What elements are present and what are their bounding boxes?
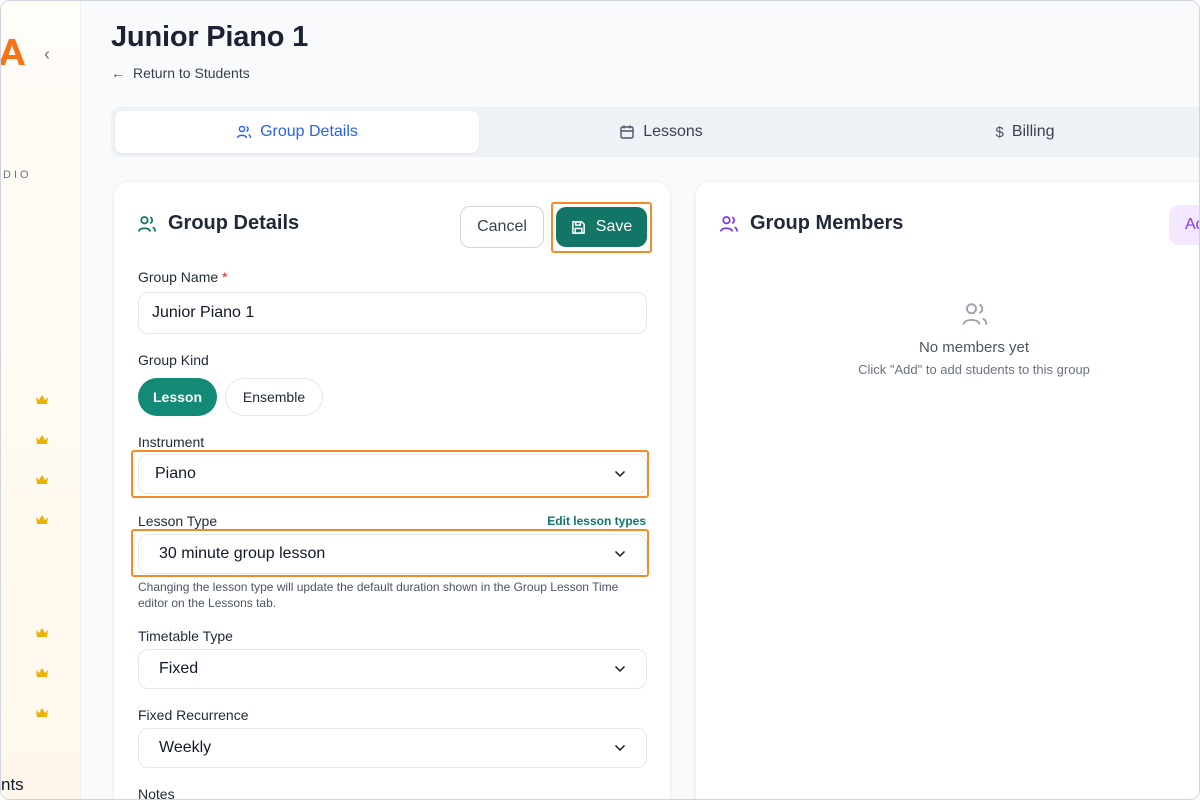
lesson-type-value: 30 minute group lesson [159, 545, 326, 562]
tab-label: Billing [1011, 123, 1055, 140]
fixed-recurrence-label: Fixed Recurrence [138, 707, 249, 723]
instrument-select[interactable]: Piano [138, 454, 647, 494]
crown-icon [36, 475, 48, 484]
users-icon [720, 215, 738, 232]
back-link-label: Return to Students [133, 65, 250, 81]
group-name-label: Group Name * [138, 269, 228, 285]
timetable-type-select[interactable]: Fixed [138, 649, 647, 689]
studio-label: DIO [3, 169, 32, 181]
sidebar-item-label[interactable]: nts [1, 775, 24, 795]
chevron-down-icon [614, 550, 626, 558]
card-title: Group Details [168, 212, 300, 234]
users-icon [962, 303, 988, 325]
save-button[interactable]: Save [556, 207, 647, 247]
save-label: Save [595, 218, 633, 235]
collapse-sidebar-icon[interactable]: ‹ [39, 45, 55, 63]
group-members-header: Group Members [718, 212, 903, 235]
group-kind-label: Group Kind [138, 352, 209, 368]
crown-icon [36, 668, 48, 677]
app-window: ‹ DIO nts Junior Piano 1 ← Return to Stu… [0, 0, 1200, 800]
add-member-button[interactable]: Add [1169, 205, 1199, 245]
group-members-card: Group Members Add No members yet Click "… [695, 181, 1199, 799]
empty-state-subtitle: Click "Add" to add students to this grou… [858, 362, 1090, 377]
tab-group-details[interactable]: Group Details [115, 111, 479, 153]
card-title: Group Members [750, 212, 904, 234]
lesson-type-label: Lesson Type [138, 513, 218, 529]
instrument-value: Piano [155, 465, 196, 482]
group-kind-lesson-toggle[interactable]: Lesson [138, 378, 217, 416]
empty-state-title: No members yet [918, 339, 1030, 356]
tab-lessons[interactable]: Lessons [479, 111, 843, 153]
crown-icon [36, 628, 48, 637]
tab-billing[interactable]: $ Billing [843, 111, 1199, 153]
crown-icon [36, 395, 48, 404]
chevron-down-icon [614, 665, 626, 673]
required-marker: * [222, 269, 228, 285]
calendar-icon [620, 125, 634, 139]
tab-bar: Group Details Lessons $ Billing [111, 107, 1199, 157]
return-to-students-link[interactable]: ← Return to Students [111, 65, 250, 81]
dollar-icon: $ [995, 123, 1004, 141]
chevron-down-icon [614, 744, 626, 752]
fixed-recurrence-value: Weekly [159, 739, 212, 756]
sidebar: ‹ DIO nts [1, 1, 81, 799]
instrument-label: Instrument [138, 434, 205, 450]
crown-icon [36, 515, 48, 524]
group-kind-ensemble-toggle[interactable]: Ensemble [225, 378, 323, 416]
notes-label: Notes [138, 786, 175, 800]
chevron-down-icon [614, 470, 626, 478]
tab-label: Group Details [260, 123, 358, 140]
lesson-type-select[interactable]: 30 minute group lesson [138, 534, 647, 574]
fixed-recurrence-select[interactable]: Weekly [138, 728, 647, 768]
lesson-type-help-text: Changing the lesson type will update the… [138, 580, 619, 610]
crown-icon [36, 435, 48, 444]
main-content: Junior Piano 1 ← Return to Students Grou… [81, 1, 1199, 800]
edit-lesson-types-link[interactable]: Edit lesson types [547, 514, 646, 528]
tab-label: Lessons [643, 123, 703, 140]
timetable-type-value: Fixed [159, 660, 199, 677]
users-icon [138, 215, 156, 232]
crown-icon [36, 708, 48, 717]
app-logo-icon [1, 39, 25, 65]
arrow-left-icon: ← [111, 65, 125, 81]
page-title: Junior Piano 1 [111, 21, 309, 53]
timetable-type-label: Timetable Type [138, 628, 233, 644]
group-name-input[interactable]: Junior Piano 1 [138, 292, 647, 334]
cancel-button[interactable]: Cancel [460, 206, 544, 248]
users-icon [236, 125, 252, 139]
group-details-header: Group Details [136, 212, 299, 235]
save-icon [571, 220, 585, 234]
group-details-card: Group Details Cancel Save Group Name * J… [113, 181, 671, 800]
